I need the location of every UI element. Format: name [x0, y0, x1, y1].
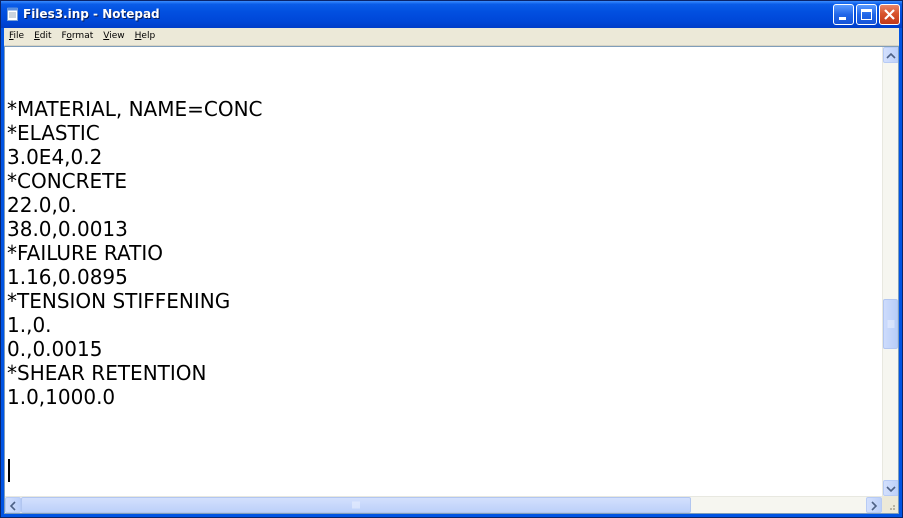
scroll-right-button[interactable]	[866, 497, 882, 513]
minimize-icon	[839, 17, 846, 20]
chevron-up-icon	[886, 52, 896, 59]
horizontal-scrollbar[interactable]	[5, 496, 882, 513]
editor-line: *SHEAR RETENTION	[7, 361, 207, 385]
menu-format-label: rmat	[71, 31, 94, 41]
editor-line: 1.0,1000.0	[7, 385, 116, 409]
editor-line: *TENSION STIFFENING	[7, 289, 231, 313]
close-icon	[884, 9, 895, 20]
menu-view-label: iew	[109, 31, 125, 41]
editor-line: 3.0E4,0.2	[7, 145, 103, 169]
scroll-left-button[interactable]	[5, 497, 21, 513]
chevron-left-icon	[9, 501, 16, 511]
editor-line: 0.,0.0015	[7, 337, 103, 361]
editor-line: 1.,0.	[7, 313, 52, 337]
editor-line: *FAILURE RATIO	[7, 241, 163, 265]
vertical-scrollbar[interactable]	[882, 47, 898, 496]
menu-view[interactable]: View	[98, 28, 129, 45]
editor-line: *ELASTIC	[7, 121, 100, 145]
window-controls	[833, 4, 900, 25]
chevron-right-icon	[871, 501, 878, 511]
editor-line: 1.16,0.0895	[7, 265, 128, 289]
editor-lines: *MATERIAL, NAME=CONC *ELASTIC 3.0E4,0.2 …	[7, 97, 263, 409]
grip-icon	[887, 320, 894, 328]
editor-line: 22.0,0.	[7, 193, 77, 217]
menu-help[interactable]: Help	[130, 28, 161, 45]
resize-grip-icon	[890, 505, 895, 510]
client-area: *MATERIAL, NAME=CONC *ELASTIC 3.0E4,0.2 …	[4, 46, 899, 514]
close-button[interactable]	[879, 4, 900, 25]
menu-format[interactable]: Format	[57, 28, 99, 45]
menu-edit-label: dit	[39, 31, 52, 41]
maximize-icon	[861, 9, 872, 20]
title-bar[interactable]: Files3.inp - Notepad	[1, 1, 902, 28]
text-caret	[8, 459, 10, 482]
minimize-button[interactable]	[833, 4, 854, 25]
grip-icon	[352, 501, 360, 509]
menu-help-label: elp	[141, 31, 156, 41]
chevron-down-icon	[886, 486, 896, 493]
scroll-up-button[interactable]	[883, 47, 898, 63]
horizontal-scroll-thumb[interactable]	[21, 497, 691, 513]
notepad-icon	[7, 7, 18, 21]
menu-file[interactable]: File	[4, 28, 29, 45]
editor-line: 38.0,0.0013	[7, 217, 128, 241]
menu-file-label: ile	[13, 31, 25, 41]
size-grip[interactable]	[882, 496, 898, 513]
notepad-window: Files3.inp - Notepad File Edit Format Vi…	[0, 0, 903, 518]
menu-edit[interactable]: Edit	[29, 28, 56, 45]
menu-bar: File Edit Format View Help	[4, 28, 899, 46]
editor-line: *MATERIAL, NAME=CONC	[7, 97, 263, 121]
text-editor[interactable]: *MATERIAL, NAME=CONC *ELASTIC 3.0E4,0.2 …	[5, 47, 882, 496]
window-title: Files3.inp - Notepad	[23, 7, 160, 21]
editor-line: *CONCRETE	[7, 169, 128, 193]
vertical-scroll-thumb[interactable]	[883, 299, 898, 349]
scroll-down-button[interactable]	[883, 480, 898, 496]
maximize-button[interactable]	[856, 4, 877, 25]
